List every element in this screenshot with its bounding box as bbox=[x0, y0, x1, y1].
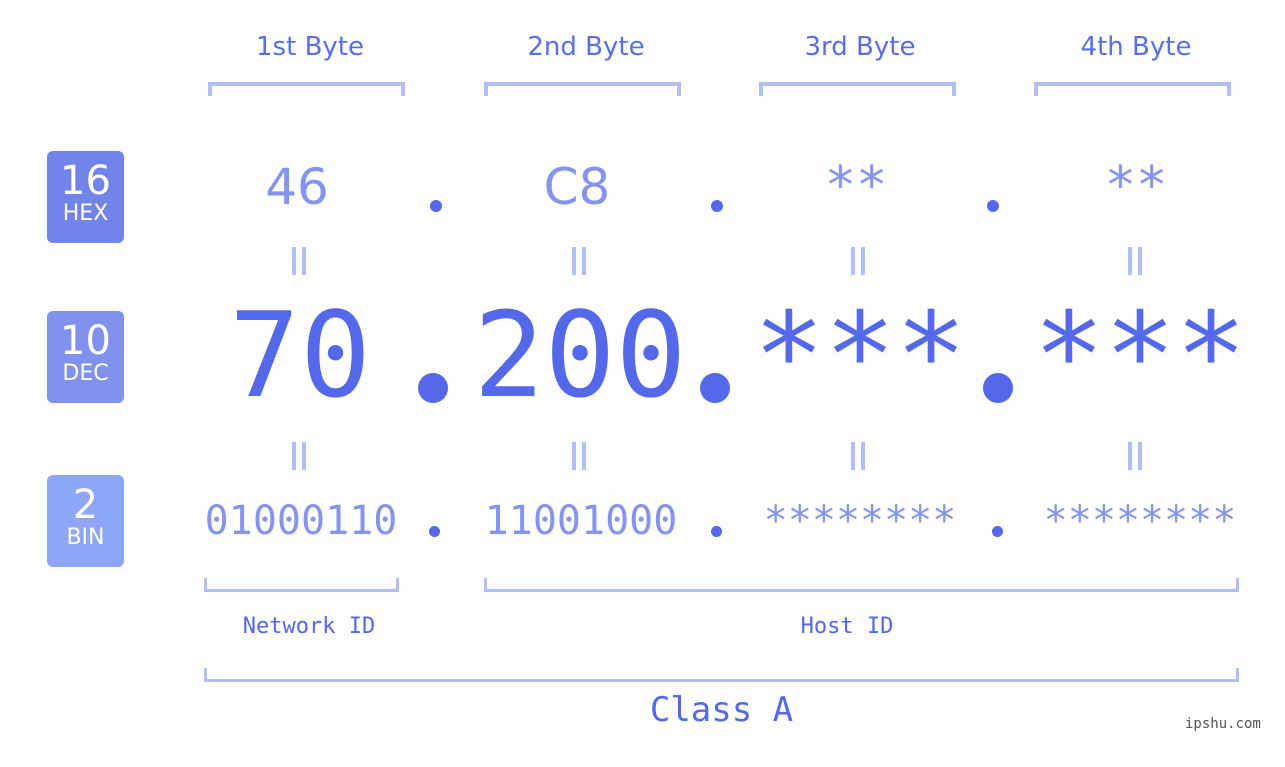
equals-icon bbox=[849, 247, 867, 275]
host-id-bracket bbox=[484, 578, 1239, 592]
bin-byte-1: 01000110 bbox=[204, 498, 398, 544]
dec-separator-dot bbox=[700, 373, 730, 403]
dec-base-label: DEC bbox=[62, 361, 109, 386]
dec-badge: 10 DEC bbox=[47, 311, 124, 403]
bin-base-number: 2 bbox=[72, 482, 99, 528]
network-id-label: Network ID bbox=[242, 614, 376, 639]
equals-icon bbox=[570, 442, 588, 470]
byte-header-2: 2nd Byte bbox=[527, 32, 645, 62]
dec-byte-2: 200 bbox=[473, 286, 687, 424]
bin-byte-2: 11001000 bbox=[484, 498, 678, 544]
hex-byte-3: ** bbox=[824, 156, 888, 216]
bin-byte-3: ******** bbox=[763, 498, 957, 544]
equals-icon bbox=[290, 442, 308, 470]
hex-separator-dot bbox=[987, 200, 999, 212]
bin-base-label: BIN bbox=[66, 525, 105, 550]
equals-icon bbox=[849, 442, 867, 470]
host-id-label: Host ID bbox=[800, 614, 894, 639]
bin-separator-dot bbox=[711, 526, 722, 537]
dec-byte-3: *** bbox=[753, 286, 967, 424]
dec-separator-dot bbox=[983, 373, 1013, 403]
hex-byte-1: 46 bbox=[265, 158, 329, 216]
byte-header-4: 4th Byte bbox=[1080, 32, 1192, 62]
bin-badge: 2 BIN bbox=[47, 475, 124, 567]
class-label: Class A bbox=[649, 690, 794, 730]
byte-bracket-1 bbox=[208, 82, 405, 96]
equals-icon bbox=[1126, 442, 1144, 470]
bin-separator-dot bbox=[429, 526, 440, 537]
byte-header-3: 3rd Byte bbox=[804, 32, 916, 62]
byte-bracket-2 bbox=[484, 82, 681, 96]
bin-separator-dot bbox=[992, 526, 1003, 537]
bin-byte-4: ******** bbox=[1043, 498, 1237, 544]
hex-base-label: HEX bbox=[62, 201, 109, 226]
byte-bracket-4 bbox=[1034, 82, 1231, 96]
byte-header-1: 1st Byte bbox=[256, 32, 364, 62]
hex-separator-dot bbox=[430, 200, 442, 212]
equals-icon bbox=[1126, 247, 1144, 275]
class-bracket bbox=[204, 668, 1239, 682]
dec-separator-dot bbox=[418, 373, 448, 403]
hex-byte-2: C8 bbox=[543, 158, 611, 216]
equals-icon bbox=[290, 247, 308, 275]
equals-icon bbox=[570, 247, 588, 275]
watermark: ipshu.com bbox=[1185, 716, 1261, 732]
dec-byte-4: *** bbox=[1033, 286, 1247, 424]
byte-bracket-3 bbox=[759, 82, 956, 96]
hex-byte-4: ** bbox=[1104, 156, 1168, 216]
hex-separator-dot bbox=[711, 200, 723, 212]
dec-base-number: 10 bbox=[60, 318, 111, 364]
dec-byte-1: 70 bbox=[228, 286, 372, 424]
hex-base-number: 16 bbox=[60, 158, 111, 204]
hex-badge: 16 HEX bbox=[47, 151, 124, 243]
network-id-bracket bbox=[204, 578, 399, 592]
